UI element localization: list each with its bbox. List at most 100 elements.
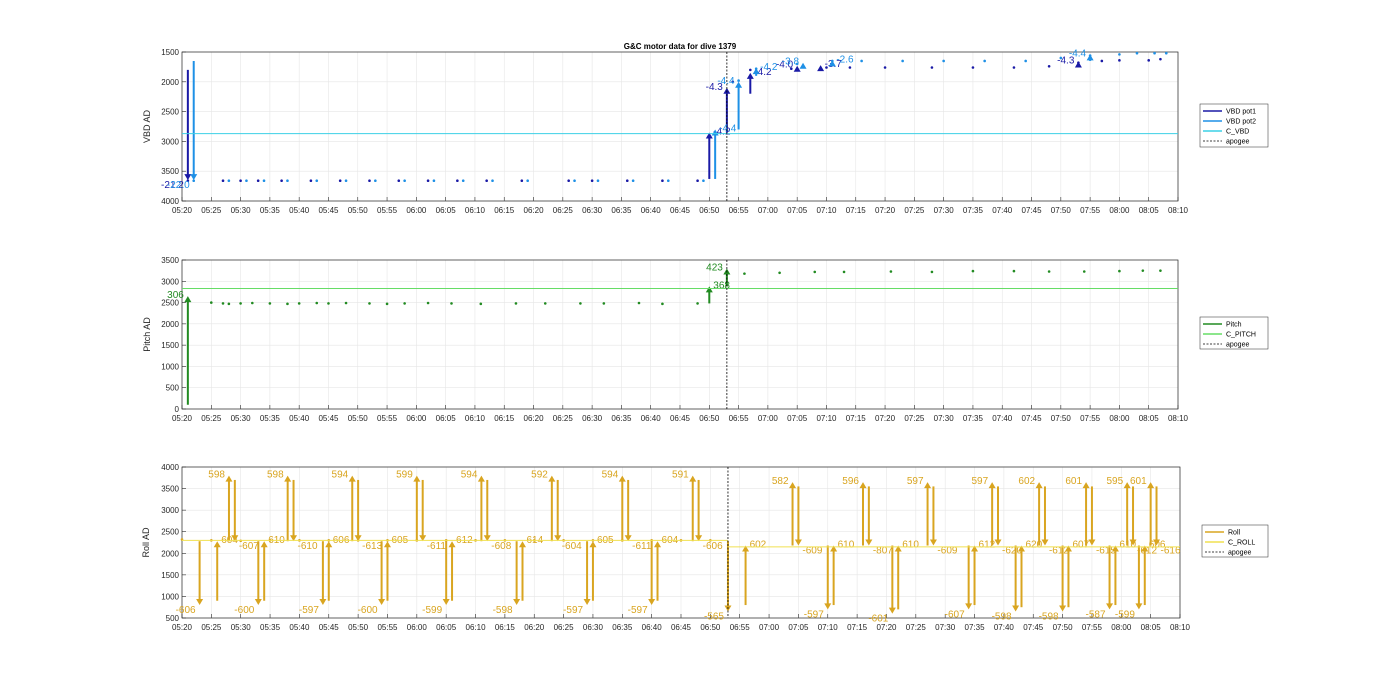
y-tick-label: 4000 [161,197,179,206]
arrow-label: -598 [493,605,513,616]
data-point [1159,57,1162,61]
x-tick-label: 05:55 [377,623,398,632]
data-point [286,179,289,183]
data-point [239,179,242,183]
data-point [901,59,904,63]
arrow-head [477,475,485,482]
x-tick-label: 07:40 [992,206,1013,215]
arrow-label: -4.4 [719,123,737,134]
y-tick-label: 3500 [161,485,179,494]
x-tick-label: 08:05 [1139,206,1160,215]
arrow-head [284,475,292,482]
x-tick-label: 06:10 [465,206,486,215]
data-point [971,269,975,273]
arrow-head [513,599,521,606]
arrow-label: -22.0 [167,180,190,191]
data-point [1047,270,1051,273]
data-point [315,179,319,183]
legend: Pitch C_PITCHapogee [1199,316,1269,350]
data-point [1153,51,1156,55]
data-point [450,302,453,305]
x-tick-label: 05:25 [201,414,222,423]
x-tick-label: 07:45 [1023,623,1044,632]
x-tick-label: 07:05 [787,414,808,423]
y-tick-label: 1500 [161,571,179,580]
arrow-head [648,599,656,606]
legend-label: Roll [1228,530,1241,537]
data-point [1118,269,1121,273]
legend-label: VBD pot1 [1226,109,1256,116]
x-tick-label: 05:55 [377,414,398,423]
arrow-label: 610 [902,540,919,551]
x-tick-label: 06:20 [524,623,545,632]
arrow-head [965,603,973,610]
x-tick-label: 06:40 [641,414,662,423]
x-tick-label: 06:25 [554,623,575,632]
x-tick-label: 08:00 [1109,206,1130,215]
data-point [344,301,348,305]
data-point [702,179,705,183]
x-tick-label: 06:25 [553,206,574,215]
data-point [602,302,606,305]
data-point [1059,56,1063,60]
data-point [573,179,576,183]
arrow-head [799,62,807,69]
arrow-label: 597 [907,476,924,487]
arrow-head [888,607,896,614]
arrow-label: -610 [298,541,318,552]
data-point [983,59,986,63]
data-point [403,179,406,183]
x-tick-label: 06:30 [583,623,604,632]
legend-label: C_PITCH [1226,332,1256,339]
arrow-head [924,482,932,489]
x-tick-label: 07:30 [935,623,956,632]
arrow-label: 598 [208,470,225,481]
arrow-label: -600 [234,605,254,616]
x-tick-label: 06:45 [670,414,691,423]
arrow-label: 598 [267,470,284,481]
arrow-head [378,599,386,606]
x-tick-label: 06:00 [407,623,428,632]
y-tick-label: 2000 [161,549,179,558]
arrow-label: 599 [396,470,413,481]
x-tick-label: 05:40 [289,206,310,215]
data-point [567,179,570,183]
x-tick-label: 07:40 [994,623,1015,632]
arrow-label: -4.4 [1069,48,1087,59]
legend-label: VBD pot2 [1226,119,1256,126]
x-tick-label: 05:20 [172,206,193,215]
x-tick-label: 06:45 [671,623,692,632]
arrow-label: 582 [772,476,789,487]
x-tick-label: 06:10 [465,414,486,423]
data-point [239,302,242,305]
arrow-label: 594 [461,470,478,481]
y-axis-label: Pitch AD [142,317,152,352]
arrow-head [689,475,697,482]
x-tick-label: 05:25 [201,623,222,632]
arrow-label: 602 [750,540,767,551]
arrow-head [817,65,825,72]
arrow-head [1035,482,1043,489]
x-tick-label: 07:10 [816,206,837,215]
x-tick-label: 06:05 [436,206,457,215]
data-point [385,302,389,306]
x-tick-label: 07:25 [904,414,925,423]
data-point [491,179,494,183]
arrow-head [1082,482,1090,489]
data-point [1082,270,1086,273]
arrow-head [1074,61,1082,68]
x-tick-label: 06:05 [436,414,457,423]
arrow-head [589,541,597,548]
arrow-label: -597 [804,609,824,620]
arrow-head [746,72,754,79]
x-tick-label: 07:00 [758,206,779,215]
x-tick-label: 05:50 [348,623,369,632]
x-tick-label: 06:00 [406,206,427,215]
x-tick-label: 05:35 [260,623,281,632]
x-tick-label: 06:05 [436,623,457,632]
x-tick-label: 05:25 [201,206,222,215]
arrow-head [654,541,662,548]
data-point [1012,66,1016,69]
data-point [1147,59,1151,62]
x-tick-label: 07:25 [906,623,927,632]
